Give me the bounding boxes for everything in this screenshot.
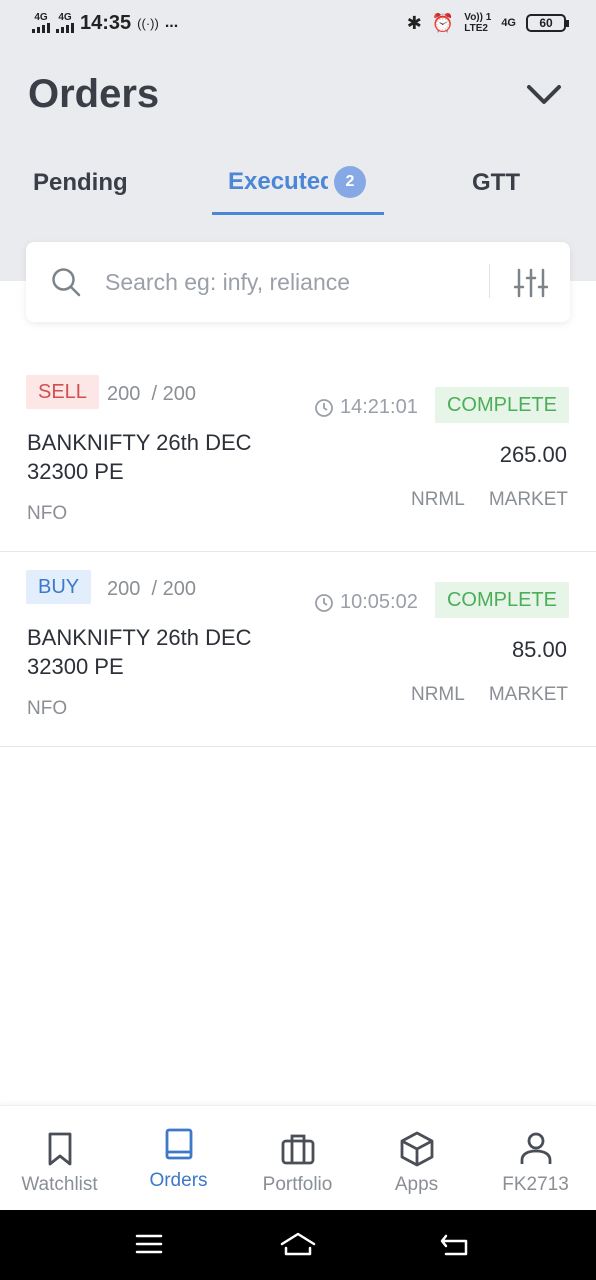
order-time: 14:21:01: [314, 396, 418, 419]
search-icon: [52, 268, 81, 297]
order-type: MARKET: [488, 489, 568, 510]
search-bar[interactable]: Search eg: infy, reliance: [26, 242, 570, 322]
order-quantity: 200 / 200: [107, 383, 196, 405]
tab-executed[interactable]: Executed 2: [212, 151, 384, 215]
order-price: 265.00: [499, 442, 567, 467]
instrument-name: BANKNIFTY 26th DEC 32300 PE: [27, 430, 252, 484]
tab-label: GTT: [472, 169, 520, 196]
search-input[interactable]: Search eg: infy, reliance: [105, 269, 350, 296]
product-type: NRML: [410, 684, 465, 705]
network-type-1: 4G: [34, 12, 48, 23]
user-icon: [520, 1132, 551, 1164]
menu-icon[interactable]: [134, 1230, 164, 1258]
order-price: 85.00: [511, 637, 567, 662]
battery-icon: 60: [526, 14, 569, 32]
signal-icon-2: 4G: [56, 13, 74, 33]
nav-orders[interactable]: Orders: [119, 1106, 238, 1211]
instrument-name: BANKNIFTY 26th DEC 32300 PE: [27, 625, 252, 679]
tab-label: Executed: [228, 167, 328, 195]
order-meta: NRML MARKET: [411, 684, 568, 706]
nav-label: Watchlist: [21, 1174, 98, 1195]
system-navigation-bar: [0, 1210, 596, 1280]
hotspot-icon: ((·)): [137, 15, 159, 31]
nav-label: Portfolio: [262, 1174, 333, 1195]
bluetooth-icon: ✱: [406, 12, 422, 33]
order-quantity: 200 / 200: [107, 578, 196, 600]
product-type: NRML: [410, 489, 465, 510]
tab-label: Pending: [33, 169, 128, 196]
cube-icon: [400, 1131, 433, 1167]
clock-icon: [315, 398, 333, 417]
battery-level: 60: [539, 16, 553, 30]
network-type-3: 4G: [501, 17, 516, 29]
nav-watchlist[interactable]: Watchlist: [0, 1106, 119, 1211]
time-value: 14:21:01: [340, 396, 418, 418]
exchange: NFO: [27, 698, 68, 719]
side-badge: SELL: [26, 375, 99, 409]
tab-pending[interactable]: Pending: [33, 151, 128, 215]
bookmark-icon: [48, 1132, 71, 1166]
order-time: 10:05:02: [314, 591, 418, 614]
alarm-icon: ⏰: [431, 12, 455, 33]
more-notifications: ...: [164, 14, 179, 31]
order-meta: NRML MARKET: [411, 489, 568, 511]
nav-label: Apps: [394, 1174, 439, 1195]
back-icon[interactable]: [438, 1230, 472, 1260]
status-badge: COMPLETE: [434, 387, 569, 423]
volte-indicator: Vo)) 1 LTE2: [464, 12, 492, 34]
nav-portfolio[interactable]: Portfolio: [238, 1106, 357, 1211]
order-row[interactable]: BUY 200 / 200 10:05:02 COMPLETE BANKNIFT…: [0, 551, 596, 747]
chevron-down-icon[interactable]: [526, 84, 562, 106]
count-badge: 2: [334, 165, 366, 198]
home-icon[interactable]: [278, 1230, 318, 1260]
status-badge: COMPLETE: [434, 582, 569, 618]
exchange: NFO: [27, 503, 68, 524]
nav-profile[interactable]: FK2713: [476, 1106, 595, 1211]
tab-gtt[interactable]: GTT: [472, 151, 520, 215]
nav-label: Orders: [149, 1170, 208, 1191]
book-icon: [165, 1128, 192, 1160]
sliders-icon[interactable]: [514, 268, 548, 298]
order-tabs: Pending Executed 2 GTT: [0, 151, 596, 215]
signal-icon: 4G: [32, 13, 50, 33]
bottom-navigation: Watchlist Orders Portfolio Apps FK2713: [0, 1105, 596, 1210]
status-bar: 4G 4G 14:35 ((·)) ... ✱ ⏰ Vo)) 1 LTE2 4G…: [0, 0, 596, 46]
side-badge: BUY: [26, 570, 92, 604]
nav-label: FK2713: [502, 1174, 569, 1195]
briefcase-icon: [281, 1134, 314, 1165]
nav-apps[interactable]: Apps: [357, 1106, 476, 1211]
time-value: 10:05:02: [340, 591, 418, 613]
clock-icon: [315, 593, 333, 612]
clock-time: 14:35: [80, 11, 132, 34]
divider: [489, 264, 490, 298]
network-type-2: 4G: [58, 12, 72, 23]
order-row[interactable]: SELL 200 / 200 14:21:01 COMPLETE BANKNIF…: [0, 356, 596, 552]
order-type: MARKET: [488, 684, 568, 705]
page-title: Orders: [28, 72, 160, 116]
